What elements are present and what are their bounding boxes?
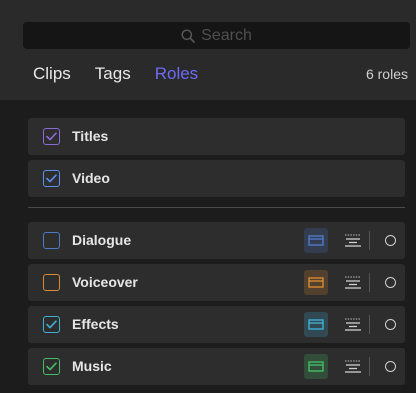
role-row-effects[interactable]: Effects	[28, 306, 405, 343]
role-checkbox[interactable]	[43, 170, 60, 187]
role-label: Effects	[72, 316, 119, 332]
circle-icon[interactable]	[385, 319, 396, 330]
circle-icon[interactable]	[385, 277, 396, 288]
circle-icon[interactable]	[385, 235, 396, 246]
lane-icon[interactable]	[304, 270, 328, 295]
role-label: Titles	[72, 128, 109, 144]
role-label: Video	[72, 170, 110, 186]
checkmark-icon	[46, 174, 57, 183]
role-checkbox[interactable]	[43, 358, 60, 375]
role-row-dialogue[interactable]: Dialogue	[28, 222, 405, 259]
subroles-icon[interactable]	[343, 318, 363, 331]
subroles-icon[interactable]	[343, 276, 363, 289]
subroles-icon[interactable]	[343, 234, 363, 247]
search-field[interactable]: Search	[23, 22, 410, 49]
search-input[interactable]: Search	[201, 27, 252, 45]
role-row-video[interactable]: Video	[28, 160, 405, 197]
lane-icon[interactable]	[304, 354, 328, 379]
separator	[369, 231, 370, 250]
tab-tags[interactable]: Tags	[95, 64, 131, 84]
tab-clips[interactable]: Clips	[33, 64, 71, 84]
role-checkbox[interactable]	[43, 232, 60, 249]
role-label: Music	[72, 358, 112, 374]
divider	[28, 207, 405, 208]
role-row-voiceover[interactable]: Voiceover	[28, 264, 405, 301]
checkmark-icon	[46, 362, 57, 371]
role-label: Voiceover	[72, 274, 138, 290]
separator	[369, 357, 370, 376]
role-row-music[interactable]: Music	[28, 348, 405, 385]
tab-roles[interactable]: Roles	[155, 64, 198, 84]
tab-bar: Clips Tags Roles	[33, 64, 198, 84]
role-checkbox[interactable]	[43, 316, 60, 333]
lane-icon[interactable]	[304, 312, 328, 337]
roles-count: 6 roles	[365, 66, 408, 82]
separator	[369, 315, 370, 334]
circle-icon[interactable]	[385, 361, 396, 372]
checkmark-icon	[46, 132, 57, 141]
subroles-icon[interactable]	[343, 360, 363, 373]
roles-panel: Search Clips Tags Roles 6 roles Titles V…	[0, 0, 416, 393]
search-icon	[181, 29, 195, 43]
lane-icon[interactable]	[304, 228, 328, 253]
role-row-titles[interactable]: Titles	[28, 118, 405, 155]
role-checkbox[interactable]	[43, 128, 60, 145]
role-checkbox[interactable]	[43, 274, 60, 291]
header: Search Clips Tags Roles 6 roles	[0, 0, 416, 100]
checkmark-icon	[46, 320, 57, 329]
role-label: Dialogue	[72, 232, 132, 248]
separator	[369, 273, 370, 292]
